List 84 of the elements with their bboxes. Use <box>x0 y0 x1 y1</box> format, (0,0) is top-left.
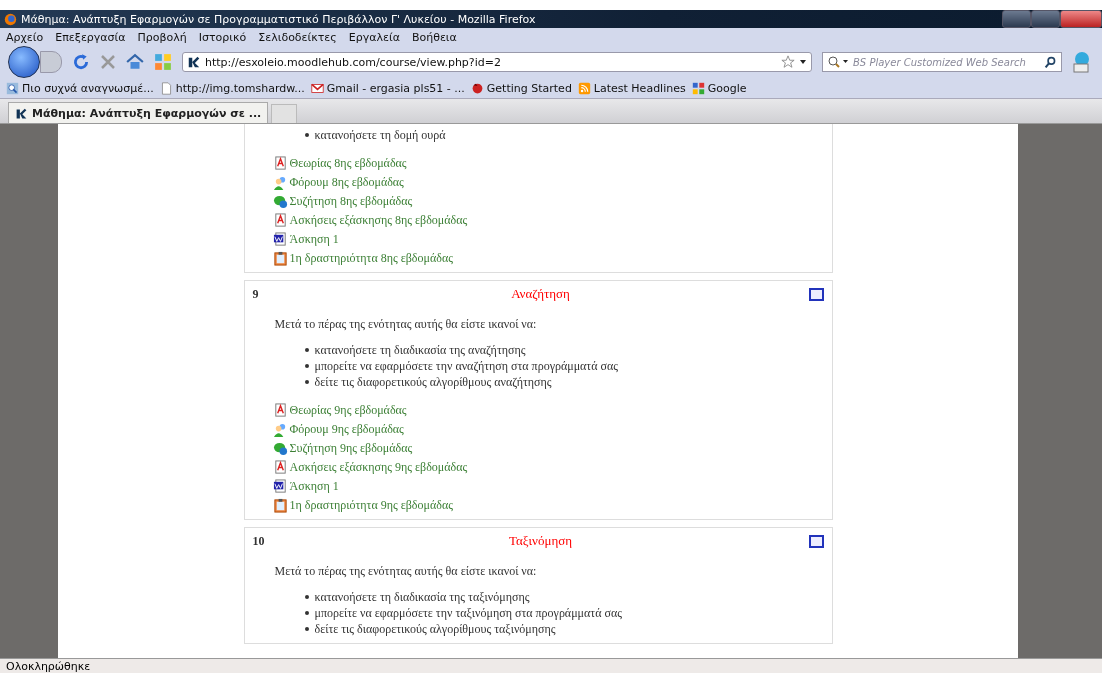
bullet-icon <box>304 595 309 599</box>
close-button[interactable] <box>1060 10 1102 28</box>
mail-icon <box>310 81 324 95</box>
section-title: Αναζήτηση <box>510 286 571 302</box>
clipboard-icon <box>272 497 288 513</box>
forward-button[interactable] <box>40 51 62 73</box>
maximize-button[interactable] <box>1031 10 1060 28</box>
objective-item: κατανοήσετε τη διαδικασία της ταξινόμησης <box>314 589 530 605</box>
people-icon <box>272 174 288 190</box>
bookmark-link[interactable]: Getting Started <box>470 81 572 95</box>
magnifier-icon <box>6 81 19 95</box>
pdf-document-icon <box>272 402 288 418</box>
menu-item[interactable]: Επεξεργασία <box>55 30 126 44</box>
word-document-icon <box>272 231 288 247</box>
people-icon <box>272 421 288 437</box>
section-intro: Μετά το πέρας της ενότητας αυτής θα είστε ικανοί να: <box>274 564 538 579</box>
pdf-document-icon <box>272 212 288 228</box>
objective-item: δείτε τις διαφορετικούς αλγορίθμους ταξινόμησης <box>314 621 556 637</box>
resource-link[interactable]: Θεωρίας 9ης εβδομάδας <box>272 402 407 418</box>
minimize-button[interactable] <box>1002 10 1031 28</box>
site-icon <box>187 55 201 69</box>
tiles-icon[interactable] <box>154 53 172 71</box>
resource-link[interactable]: Ασκήσεις εξάσκησης 8ης εβδομάδας <box>272 212 468 228</box>
pdf-document-icon <box>272 459 288 475</box>
status-text: Ολοκληρώθηκε <box>0 658 1102 673</box>
search-engine-icon[interactable] <box>827 55 849 69</box>
clipboard-icon <box>272 250 288 266</box>
google-icon <box>691 81 705 95</box>
bookmark-link[interactable]: http://img.tomshardw... <box>159 81 305 95</box>
toggle-icon[interactable] <box>808 287 824 301</box>
toggle-icon[interactable] <box>808 534 824 548</box>
bullet-icon <box>304 364 309 368</box>
bookmark-link[interactable]: Google <box>691 81 747 95</box>
objective-item: δείτε τις διαφορετικούς αλγορίθμους αναζήτησης <box>314 374 552 390</box>
pdf-document-icon <box>272 155 288 171</box>
resource-link[interactable]: Άσκηση 1 <box>272 231 339 247</box>
dropdown-icon[interactable] <box>799 58 807 66</box>
bookmark-link[interactable]: Latest Headlines <box>577 81 686 95</box>
bullet-icon <box>304 348 309 352</box>
section-title: Ταξινόμηση <box>507 533 574 549</box>
menu-item[interactable]: Αρχείο <box>6 30 44 44</box>
home-icon[interactable] <box>126 53 144 71</box>
resource-link[interactable]: Συζήτηση 8ης εβδομάδας <box>272 193 413 209</box>
page-icon <box>159 81 173 95</box>
resource-link[interactable]: Φόρουμ 8ης εβδομάδας <box>272 174 404 190</box>
back-button[interactable] <box>8 46 40 78</box>
objective-item: κατανοήσετε τη διαδικασία της αναζήτησης <box>314 342 526 358</box>
objective-item: μπορείτε να εφαρμόσετε την αναζήτηση στα προγράμματά σας <box>314 358 618 374</box>
bookmark-link[interactable]: Πιο συχνά αναγνωσμέ... <box>6 81 154 95</box>
site-icon <box>15 106 28 120</box>
bullet-icon <box>304 627 309 631</box>
resource-link[interactable]: 1η δραστηριότητα 8ης εβδομάδας <box>272 250 453 266</box>
resource-link[interactable]: Άσκηση 1 <box>272 478 339 494</box>
section-number: 9 <box>252 286 260 302</box>
reload-icon[interactable] <box>72 53 90 71</box>
section-intro: Μετά το πέρας της ενότητας αυτής θα είστε ικανοί να: <box>274 317 538 332</box>
resource-link[interactable]: Συζήτηση 9ης εβδομάδας <box>272 440 413 456</box>
resource-link[interactable]: Ασκήσεις εξάσκησης 9ης εβδομάδας <box>272 459 468 475</box>
bullet-icon <box>304 611 309 615</box>
address-field[interactable]: http://esxoleio.moodlehub.com/course/view.php?id=2 <box>182 52 812 72</box>
resource-link[interactable]: 1η δραστηριότητα 9ης εβδομάδας <box>272 497 453 513</box>
menu-item[interactable]: Σελιδοδείκτες <box>258 30 337 44</box>
menu-item[interactable]: Εργαλεία <box>348 30 400 44</box>
menu-item[interactable]: Βοήθεια <box>411 30 457 44</box>
bullet-icon <box>304 380 309 384</box>
star-icon[interactable] <box>781 55 795 69</box>
objective-item: κατανοήσετε τη δομή ουρά <box>314 127 446 143</box>
section-number: 10 <box>252 533 266 549</box>
menu-item[interactable]: Προβολή <box>137 30 187 44</box>
bullet-icon <box>304 133 309 137</box>
rss-icon <box>577 81 591 95</box>
browser-tab[interactable]: Μάθημα: Ανάπτυξη Εφαρμογών σε ... <box>8 102 269 123</box>
chat-icon <box>272 440 288 456</box>
resource-link[interactable]: Φόρουμ 9ης εβδομάδας <box>272 421 404 437</box>
search-field[interactable]: BS Player Customized Web Search <box>822 52 1062 72</box>
objective-item: μπορείτε να εφαρμόσετε την ταξινόμηση στα προγράμματά σας <box>314 605 622 621</box>
bookmark-link[interactable]: Gmail - ergasia pls51 - ... <box>310 81 465 95</box>
window-title: Μάθημα: Ανάπτυξη Εφαρμογών σε Προγραμματιστικό Περιβάλλον Γ' Λυκείου - Mozilla Firefox <box>21 12 536 26</box>
word-document-icon <box>272 478 288 494</box>
menu-item[interactable]: Ιστορικό <box>198 30 247 44</box>
stop-icon[interactable] <box>100 54 116 70</box>
search-icon[interactable] <box>1044 55 1057 69</box>
chat-icon <box>272 193 288 209</box>
resource-link[interactable]: Θεωρίας 8ης εβδομάδας <box>272 155 407 171</box>
